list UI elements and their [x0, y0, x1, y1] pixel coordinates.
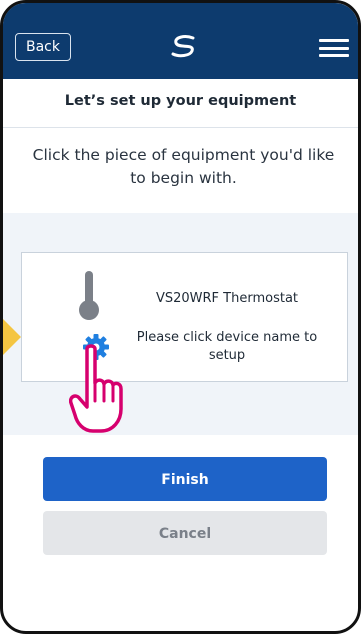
finish-button[interactable]: Finish	[43, 457, 327, 501]
page-title: Let’s set up your equipment	[64, 93, 297, 109]
app-header: Back	[3, 3, 358, 79]
instruction-text: Click the piece of equipment you'd like …	[32, 146, 335, 187]
cancel-button[interactable]: Cancel	[43, 511, 327, 555]
hamburger-menu-icon[interactable]	[319, 39, 349, 57]
pointer-arrow-icon	[3, 319, 21, 355]
device-setup-hint: Please click device name to setup	[136, 330, 318, 363]
divider	[3, 127, 358, 128]
back-button[interactable]: Back	[15, 33, 71, 61]
thermometer-icon	[79, 271, 99, 320]
pointing-hand-icon	[69, 344, 123, 433]
device-name-link[interactable]: VS20WRF Thermostat	[117, 291, 337, 306]
brand-logo-icon	[171, 35, 195, 58]
phone-frame: 3 Back Let’s set up your equipment Click…	[0, 0, 361, 634]
